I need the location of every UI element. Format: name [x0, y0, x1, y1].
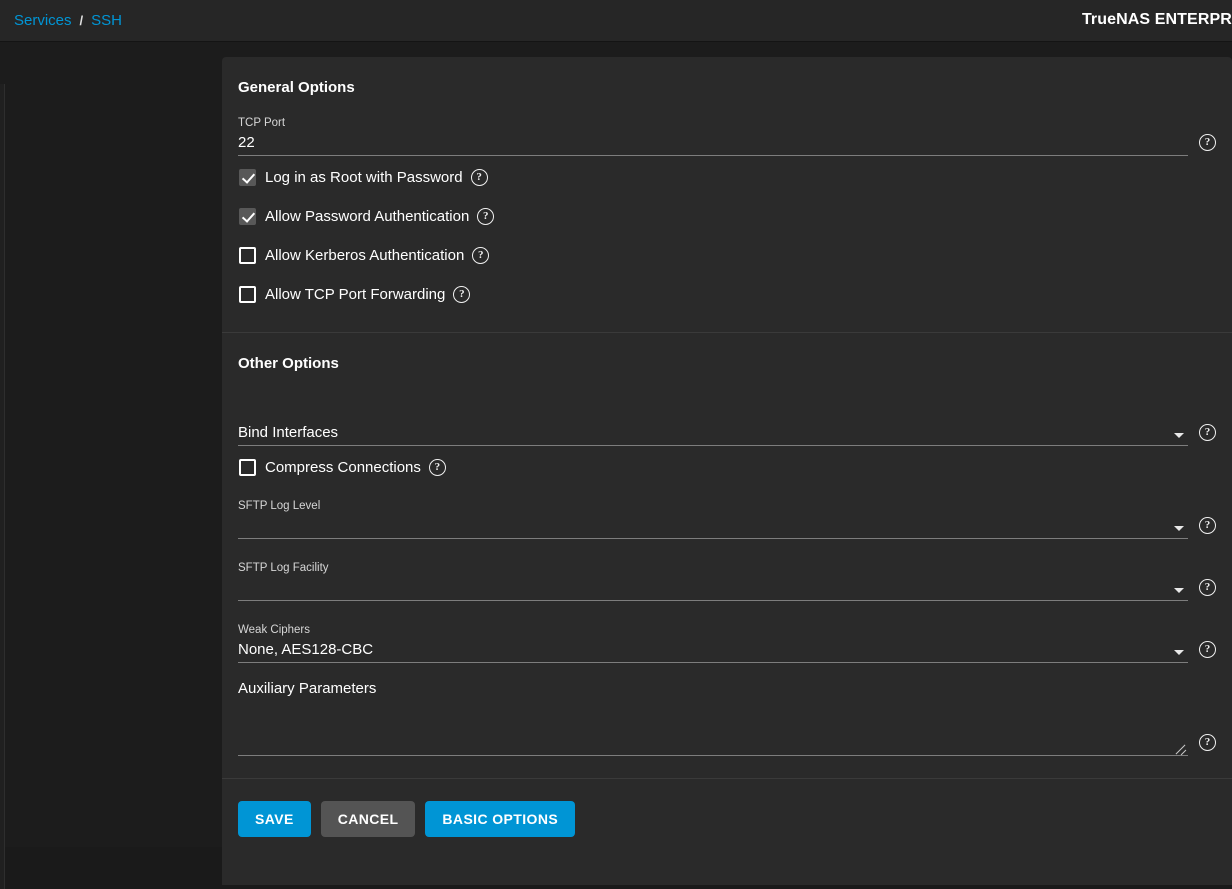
weak-ciphers-help-icon[interactable]: ?	[1199, 641, 1216, 658]
sftp-log-level-label: SFTP Log Level	[238, 499, 1188, 513]
breadcrumb-services-link[interactable]: Services	[14, 12, 72, 29]
save-button[interactable]: SAVE	[238, 801, 311, 837]
sftp-log-level-select[interactable]: SFTP Log Level	[238, 499, 1188, 539]
checkbox-row-kerberos-authentication: Allow Kerberos Authentication ?	[238, 236, 1216, 275]
checkbox-row-login-root-password: Log in as Root with Password ?	[238, 158, 1216, 197]
password-authentication-help-icon[interactable]: ?	[477, 208, 494, 225]
other-options-title: Other Options	[238, 333, 1216, 386]
tcp-port-field: TCP Port 22 ?	[238, 110, 1216, 156]
weak-ciphers-value: None, AES128-CBC	[238, 640, 1188, 659]
bind-interfaces-label: Bind Interfaces	[238, 423, 1188, 442]
sftp-log-facility-value	[238, 578, 1188, 597]
sftp-log-level-value	[238, 516, 1188, 535]
general-options-title: General Options	[238, 57, 1216, 110]
action-button-row: SAVE CANCEL BASIC OPTIONS	[222, 779, 1232, 859]
page-body: General Options TCP Port 22 ? Log in as …	[0, 42, 1232, 847]
password-authentication-checkbox[interactable]	[239, 208, 256, 225]
tcp-port-label: TCP Port	[238, 116, 1188, 130]
checkbox-row-password-authentication: Allow Password Authentication ?	[238, 197, 1216, 236]
breadcrumb-ssh-link[interactable]: SSH	[91, 12, 122, 29]
product-brand-label: TrueNAS ENTERPRISE	[1082, 11, 1232, 29]
bind-interfaces-help-icon[interactable]: ?	[1199, 424, 1216, 441]
weak-ciphers-field: Weak Ciphers None, AES128-CBC ?	[238, 617, 1216, 663]
auxiliary-parameters-field: Auxiliary Parameters ?	[238, 665, 1216, 756]
tcp-port-forwarding-help-icon[interactable]: ?	[453, 286, 470, 303]
compress-connections-label: Compress Connections	[265, 459, 421, 476]
kerberos-authentication-help-icon[interactable]: ?	[472, 247, 489, 264]
tcp-port-help-icon[interactable]: ?	[1199, 134, 1216, 151]
bind-interfaces-select[interactable]: Bind Interfaces	[238, 406, 1188, 446]
weak-ciphers-chevron-down-icon[interactable]	[1174, 650, 1184, 655]
kerberos-authentication-label: Allow Kerberos Authentication	[265, 247, 464, 264]
bind-interfaces-chevron-down-icon[interactable]	[1174, 433, 1184, 438]
sftp-log-facility-field: SFTP Log Facility ?	[238, 555, 1216, 601]
checkbox-row-tcp-port-forwarding: Allow TCP Port Forwarding ?	[238, 275, 1216, 314]
sftp-log-level-chevron-down-icon[interactable]	[1174, 526, 1184, 531]
cancel-button[interactable]: CANCEL	[321, 801, 416, 837]
weak-ciphers-select[interactable]: Weak Ciphers None, AES128-CBC	[238, 623, 1188, 663]
sftp-log-facility-label: SFTP Log Facility	[238, 561, 1188, 575]
tcp-port-forwarding-label: Allow TCP Port Forwarding	[265, 286, 445, 303]
tcp-port-input[interactable]: TCP Port 22	[238, 116, 1188, 156]
auxiliary-parameters-label: Auxiliary Parameters	[238, 679, 1216, 698]
other-options-section: Other Options Bind Interfaces ? Compress…	[222, 333, 1232, 778]
sftp-log-facility-select[interactable]: SFTP Log Facility	[238, 561, 1188, 601]
auxiliary-parameters-help-icon[interactable]: ?	[1199, 734, 1216, 751]
tcp-port-value: 22	[238, 133, 1188, 152]
sftp-log-facility-chevron-down-icon[interactable]	[1174, 588, 1184, 593]
auxiliary-parameters-textarea[interactable]	[238, 706, 1188, 756]
collapsed-sidebar-edge[interactable]	[0, 84, 5, 889]
tcp-port-forwarding-checkbox[interactable]	[239, 286, 256, 303]
checkbox-row-compress-connections: Compress Connections ?	[238, 448, 1216, 487]
sftp-log-level-field: SFTP Log Level ?	[238, 493, 1216, 539]
ssh-settings-card: General Options TCP Port 22 ? Log in as …	[222, 57, 1232, 885]
bind-interfaces-field: Bind Interfaces ?	[238, 400, 1216, 446]
breadcrumb-separator: /	[80, 13, 84, 28]
basic-options-button[interactable]: BASIC OPTIONS	[425, 801, 575, 837]
sftp-log-facility-help-icon[interactable]: ?	[1199, 579, 1216, 596]
compress-connections-help-icon[interactable]: ?	[429, 459, 446, 476]
weak-ciphers-label: Weak Ciphers	[238, 623, 1188, 637]
login-root-password-help-icon[interactable]: ?	[471, 169, 488, 186]
top-bar: Services / SSH TrueNAS ENTERPRISE	[0, 0, 1232, 42]
auxiliary-parameters-resize-handle[interactable]	[1175, 742, 1186, 753]
password-authentication-label: Allow Password Authentication	[265, 208, 469, 225]
kerberos-authentication-checkbox[interactable]	[239, 247, 256, 264]
breadcrumb: Services / SSH	[14, 12, 122, 29]
login-root-password-label: Log in as Root with Password	[265, 169, 463, 186]
compress-connections-checkbox[interactable]	[239, 459, 256, 476]
sftp-log-level-help-icon[interactable]: ?	[1199, 517, 1216, 534]
general-options-section: General Options TCP Port 22 ? Log in as …	[222, 57, 1232, 332]
login-root-password-checkbox[interactable]	[239, 169, 256, 186]
